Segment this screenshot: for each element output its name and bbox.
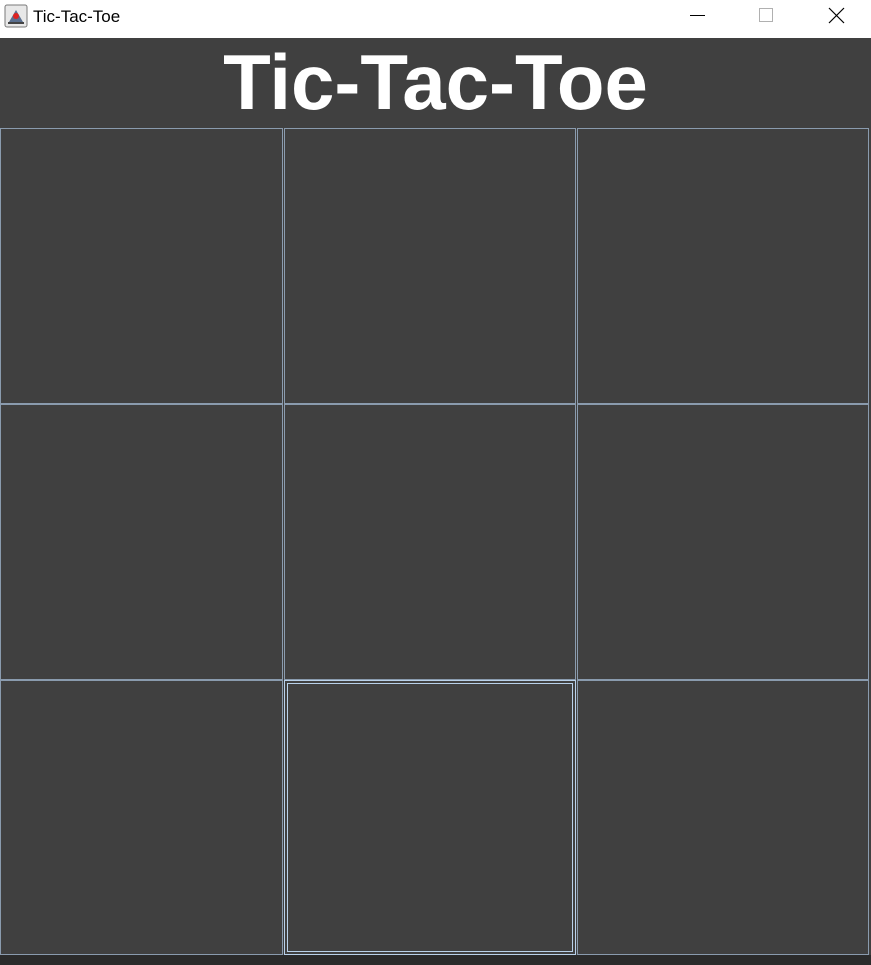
board-cell-r2c3[interactable] <box>577 404 869 680</box>
close-button[interactable] <box>813 0 859 32</box>
board-cell-r3c1[interactable] <box>0 680 283 955</box>
game-heading: Tic-Tac-Toe <box>223 38 648 126</box>
maximize-icon <box>759 8 773 22</box>
board-cell-r2c2[interactable] <box>284 404 576 680</box>
minimize-icon <box>690 15 705 16</box>
game-board <box>0 128 869 955</box>
app-window: Tic-Tac-Toe Tic-Tac-Toe <box>0 0 871 965</box>
window-bottom-edge <box>0 955 871 965</box>
board-cell-r3c2[interactable] <box>284 680 576 955</box>
board-cell-r2c1[interactable] <box>0 404 283 680</box>
title-bar[interactable]: Tic-Tac-Toe <box>0 0 871 38</box>
board-cell-r1c1[interactable] <box>0 128 283 404</box>
game-panel: Tic-Tac-Toe <box>0 38 871 965</box>
maximize-button[interactable] <box>742 0 788 32</box>
board-cell-r1c3[interactable] <box>577 128 869 404</box>
close-icon <box>828 7 845 24</box>
board-cell-r3c3[interactable] <box>577 680 869 955</box>
minimize-button[interactable] <box>674 0 720 32</box>
java-cup-icon <box>4 4 28 28</box>
board-cell-r1c2[interactable] <box>284 128 576 404</box>
window-title: Tic-Tac-Toe <box>33 7 121 26</box>
